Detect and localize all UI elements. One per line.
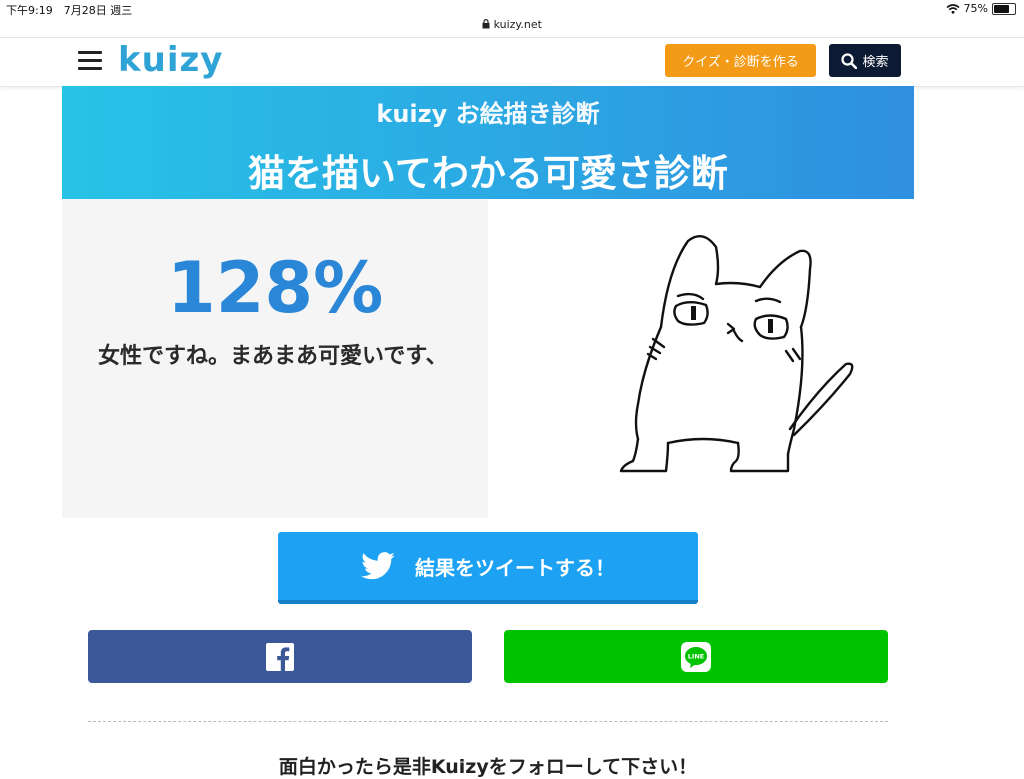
banner-subtitle: kuizy お絵描き診断 <box>376 100 600 128</box>
site-logo[interactable]: kuizy <box>118 40 223 80</box>
status-right: 75% <box>946 2 1016 15</box>
line-share-button[interactable]: LINE <box>504 630 888 683</box>
drawing-panel <box>488 199 914 518</box>
lock-icon <box>482 19 490 29</box>
result-panel: 128% 女性ですね。まあまあ可愛いです、 <box>62 199 488 518</box>
facebook-icon <box>266 642 294 671</box>
divider <box>88 721 888 722</box>
line-icon: LINE <box>681 641 711 672</box>
banner-title: 猫を描いてわかる可愛さ診断 <box>248 152 728 195</box>
quiz-banner: kuizy お絵描き診断 猫を描いてわかる可愛さ診断 <box>62 86 914 199</box>
cat-drawing <box>619 235 854 473</box>
follow-text: 面白かったら是非Kuizyをフォローして下さい！ <box>278 756 698 778</box>
search-label: 検索 <box>862 55 889 70</box>
result-text: 女性ですね。まあまあ可愛いです、 <box>98 344 448 369</box>
create-quiz-button[interactable]: クイズ・診断を作る <box>665 44 816 77</box>
search-button[interactable]: 検索 <box>829 44 901 77</box>
twitter-bird-icon <box>361 552 395 580</box>
status-bar: 下午9:19 7月28日 週三 75% <box>0 0 1024 18</box>
tweet-button[interactable]: 結果をツイートする！ <box>278 532 698 604</box>
url-text: kuizy.net <box>493 18 542 31</box>
wifi-icon <box>946 3 960 14</box>
menu-icon[interactable] <box>78 51 102 71</box>
site-header: kuizy クイズ・診断を作る 検索 <box>0 37 1024 87</box>
line-icon-text: LINE <box>688 652 704 660</box>
battery-percent: 75% <box>963 2 988 15</box>
battery-icon <box>992 2 1016 15</box>
address-bar[interactable]: kuizy.net <box>0 18 1024 31</box>
status-time-date: 下午9:19 7月28日 週三 <box>6 4 133 17</box>
result-percent: 128% <box>167 247 384 329</box>
facebook-share-button[interactable] <box>88 630 472 683</box>
tweet-label: 結果をツイートする！ <box>415 555 615 580</box>
search-icon <box>841 52 858 69</box>
